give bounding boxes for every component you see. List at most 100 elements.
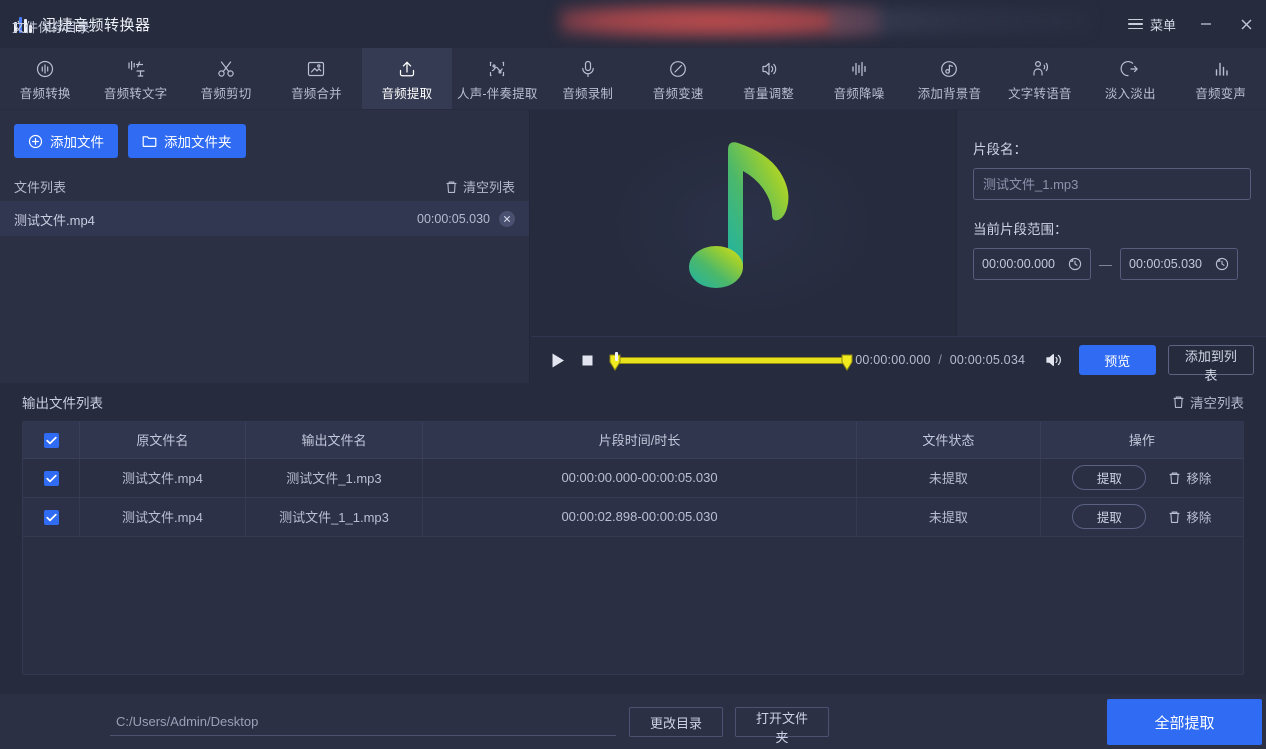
table-header-row: 原文件名 输出文件名 片段时间/时长 文件状态 操作 (23, 422, 1243, 459)
select-all-checkbox[interactable] (43, 432, 59, 448)
time-readout: 00:00:00.000 / 00:00:05.034 (855, 353, 1025, 367)
row-remove-label: 移除 (1186, 472, 1212, 486)
segment-name-input[interactable] (973, 168, 1251, 200)
tab-audio-convert[interactable]: 音频转换 (0, 48, 90, 109)
column-source-name: 原文件名 (79, 422, 246, 459)
folder-icon (142, 136, 157, 147)
extract-upload-icon (397, 59, 417, 79)
open-folder-button[interactable]: 打开文件夹 (735, 707, 829, 745)
file-list-title: 文件列表 (14, 180, 67, 195)
fade-icon (1120, 59, 1140, 79)
artwork-canvas (531, 110, 955, 336)
plus-circle-icon (28, 134, 43, 148)
row-checkbox[interactable] (43, 509, 59, 525)
noise-reduce-icon (849, 59, 869, 79)
music-note-icon (689, 141, 789, 288)
application-window: 迅捷音频转换器 菜单 音频转换 音频转文字 音频剪切 音频合并 音频提取 人声-… (0, 0, 1266, 749)
stop-button[interactable] (573, 345, 603, 375)
add-to-list-button[interactable]: 添加到列表 (1167, 345, 1254, 383)
column-segment-time: 片段时间/时长 (422, 422, 857, 459)
minimize-icon (1201, 23, 1211, 25)
background-music-icon (939, 59, 959, 79)
table-row[interactable]: 测试文件.mp4 测试文件_1.mp3 00:00:00.000-00:00:0… (23, 458, 1243, 498)
tab-text-to-speech[interactable]: 文字转语音 (995, 48, 1085, 109)
row-remove-label: 移除 (1186, 511, 1212, 525)
add-file-button[interactable]: 添加文件 (14, 124, 118, 158)
close-icon (1241, 19, 1251, 29)
tab-voice-change[interactable]: 音频变声 (1175, 48, 1265, 109)
tab-audio-merge[interactable]: 音频合并 (271, 48, 361, 109)
tab-audio-record[interactable]: 音频录制 (543, 48, 633, 109)
play-button[interactable] (543, 345, 573, 375)
row-extract-button[interactable]: 提取 (1072, 504, 1147, 529)
timeline-slider[interactable] (608, 347, 853, 373)
extract-all-button[interactable]: 全部提取 (1107, 699, 1262, 745)
tab-label: 音频提取 (381, 87, 433, 101)
row-checkbox[interactable] (43, 470, 59, 486)
volume-button[interactable] (1039, 345, 1069, 375)
tab-noise-reduce[interactable]: 音频降噪 (814, 48, 904, 109)
tab-audio-to-text[interactable]: 音频转文字 (90, 48, 180, 109)
audio-convert-icon (35, 59, 55, 79)
row-operations: 提取 移除 (1040, 458, 1243, 498)
minimize-button[interactable] (1186, 0, 1226, 48)
total-time: 00:00:05.034 (949, 353, 1026, 367)
tab-audio-cut[interactable]: 音频剪切 (181, 48, 271, 109)
row-remove-button[interactable]: 移除 (1168, 507, 1211, 526)
tab-audio-extract[interactable]: 音频提取 (361, 48, 453, 109)
tab-label: 音频降噪 (833, 87, 885, 101)
voice-change-icon (1211, 59, 1231, 79)
feature-toolbar: 音频转换 音频转文字 音频剪切 音频合并 音频提取 人声-伴奏提取 音频录制 音… (0, 48, 1266, 110)
segment-name-label: 片段名： (973, 142, 1027, 157)
reset-start-time-icon[interactable] (1068, 257, 1082, 271)
clear-file-list-button[interactable]: 清空列表 (445, 177, 515, 196)
playhead-marker[interactable] (615, 352, 619, 361)
timeline-selection-range (612, 357, 845, 364)
table-row[interactable]: 测试文件.mp4 测试文件_1_1.mp3 00:00:02.898-00:00… (23, 497, 1243, 537)
trash-icon (1170, 472, 1180, 484)
tab-vocal-separate[interactable]: 人声-伴奏提取 (452, 48, 542, 109)
menu-button[interactable]: 菜单 (1118, 7, 1186, 41)
tab-label: 淡入淡出 (1104, 87, 1156, 101)
segment-end-time-field[interactable]: 00:00:05.030 (1120, 248, 1238, 280)
merge-icon (306, 59, 326, 79)
segment-end-time-value: 00:00:05.030 (1129, 257, 1202, 271)
tab-label: 音频变声 (1195, 87, 1247, 101)
row-remove-button[interactable]: 移除 (1168, 468, 1211, 487)
tab-label: 音频剪切 (200, 87, 252, 101)
close-button[interactable] (1226, 0, 1266, 48)
segment-range-row: 00:00:00.000 — 00:00:05.030 (973, 248, 1250, 280)
play-icon (552, 353, 564, 367)
clear-output-list-button[interactable]: 清空列表 (1172, 392, 1244, 412)
tab-add-background-music[interactable]: 添加背景音 (904, 48, 994, 109)
microphone-icon (578, 59, 598, 79)
file-list-item[interactable]: 测试文件.mp4 00:00:05.030 (0, 202, 529, 236)
remove-file-icon[interactable] (499, 211, 515, 227)
title-bar: 迅捷音频转换器 菜单 (0, 0, 1266, 48)
tab-label: 文字转语音 (1008, 87, 1072, 101)
tab-label: 音频变速 (652, 87, 704, 101)
save-dir-input[interactable] (110, 707, 616, 736)
change-directory-button[interactable]: 更改目录 (629, 707, 723, 737)
tab-fade-in-out[interactable]: 淡入淡出 (1085, 48, 1175, 109)
reset-end-time-icon[interactable] (1215, 257, 1229, 271)
row-operations: 提取 移除 (1040, 497, 1243, 537)
tab-volume-adjust[interactable]: 音量调整 (723, 48, 813, 109)
audio-to-text-icon (126, 59, 146, 79)
column-operations: 操作 (1040, 422, 1243, 459)
segment-start-time-field[interactable]: 00:00:00.000 (973, 248, 1091, 280)
column-file-status: 文件状态 (856, 422, 1041, 459)
preview-button[interactable]: 预览 (1078, 345, 1156, 375)
file-duration: 00:00:05.030 (417, 212, 490, 226)
selection-end-handle[interactable] (841, 353, 853, 371)
volume-icon (759, 59, 779, 79)
time-separator: / (938, 353, 943, 367)
row-extract-button[interactable]: 提取 (1072, 465, 1147, 490)
output-section: 输出文件列表 清空列表 原文件名 输出文件名 片段时间/时长 文件状态 操作 测… (0, 383, 1266, 694)
tab-label: 音量调整 (743, 87, 794, 101)
scissors-icon (216, 59, 236, 79)
add-folder-button[interactable]: 添加文件夹 (128, 124, 246, 158)
tab-audio-speed[interactable]: 音频变速 (633, 48, 723, 109)
add-file-label: 添加文件 (50, 135, 104, 150)
row-select-cell (23, 458, 81, 498)
